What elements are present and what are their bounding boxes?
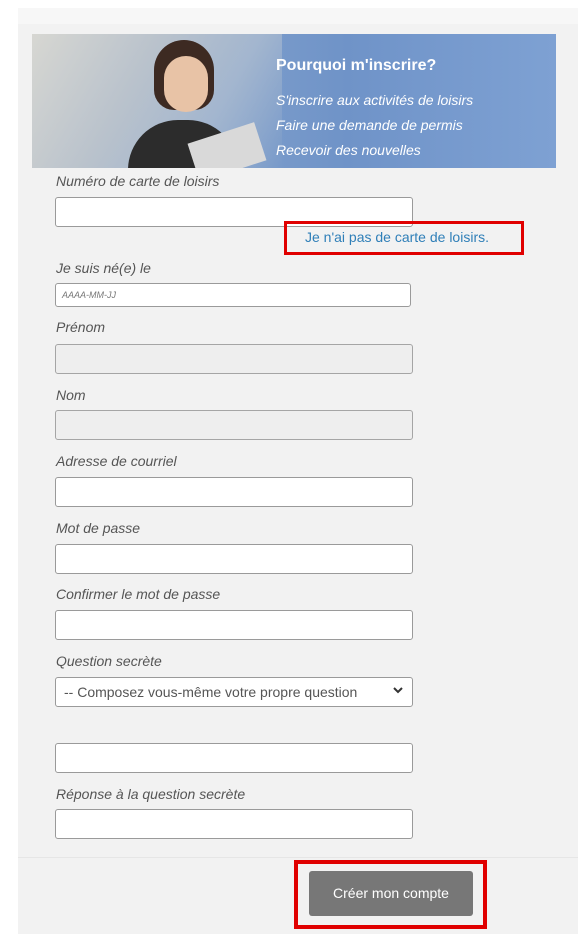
chevron-down-icon — [392, 684, 404, 699]
banner-photo-face — [164, 56, 208, 112]
banner-line-permits: Faire une demande de permis — [276, 117, 463, 133]
signup-banner: Pourquoi m'inscrire? S'inscrire aux acti… — [32, 34, 556, 168]
secret-answer-label: Réponse à la question secrète — [56, 786, 246, 802]
create-account-button[interactable]: Créer mon compte — [309, 871, 473, 916]
email-label: Adresse de courriel — [56, 453, 177, 469]
last-name-input[interactable] — [55, 410, 413, 440]
banner-title: Pourquoi m'inscrire? — [276, 57, 437, 74]
last-name-label: Nom — [56, 387, 86, 403]
first-name-label: Prénom — [56, 319, 106, 335]
card-number-label: Numéro de carte de loisirs — [56, 173, 220, 189]
password-input[interactable] — [55, 544, 413, 574]
first-name-input[interactable] — [55, 344, 413, 374]
form-divider — [18, 857, 578, 858]
panel-top-strip — [18, 8, 578, 24]
banner-line-activities: S'inscrire aux activités de loisirs — [276, 92, 474, 108]
birthdate-input[interactable]: AAAA-MM-JJ — [55, 283, 411, 307]
custom-question-input[interactable] — [55, 743, 413, 773]
confirm-password-label: Confirmer le mot de passe — [56, 586, 221, 602]
confirm-password-input[interactable] — [55, 610, 413, 640]
birthdate-placeholder: AAAA-MM-JJ — [62, 290, 116, 300]
secret-question-label: Question secrète — [56, 653, 162, 669]
banner-line-news: Recevoir des nouvelles — [276, 142, 421, 158]
secret-question-selected: -- Composez vous-même votre propre quest… — [64, 684, 358, 700]
birthdate-label: Je suis né(e) le — [56, 260, 151, 276]
no-card-link[interactable]: Je n'ai pas de carte de loisirs. — [305, 229, 489, 245]
email-input[interactable] — [55, 477, 413, 507]
secret-answer-input[interactable] — [55, 809, 413, 839]
password-label: Mot de passe — [56, 520, 141, 536]
secret-question-select[interactable]: -- Composez vous-même votre propre quest… — [55, 677, 413, 707]
